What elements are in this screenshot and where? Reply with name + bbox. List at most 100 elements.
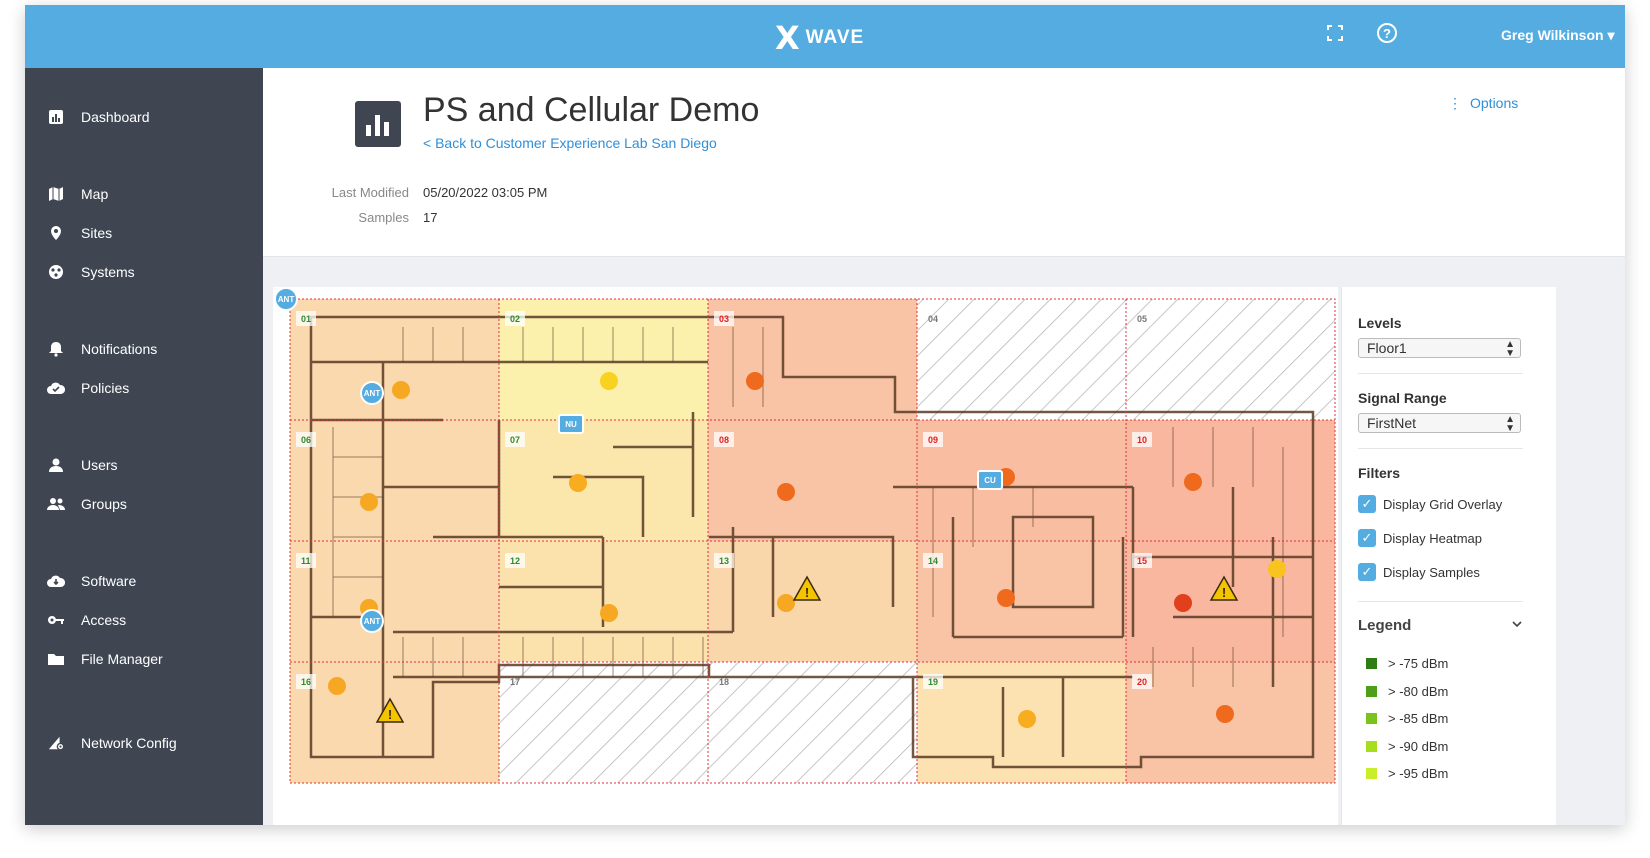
levels-label: Levels xyxy=(1358,315,1402,331)
sidebar-item-label: Sites xyxy=(81,225,113,241)
sidebar-item-label: Systems xyxy=(81,264,135,280)
bell-icon xyxy=(47,340,65,358)
sample-point[interactable] xyxy=(1216,705,1234,723)
sample-point[interactable] xyxy=(600,604,618,622)
sidebar-item-label: Users xyxy=(81,457,118,473)
options-button[interactable]: ⋮ Options xyxy=(1448,95,1518,112)
sample-point[interactable] xyxy=(569,474,587,492)
sidebar-item-users[interactable]: Users xyxy=(47,456,118,474)
sidebar-item-label: Dashboard xyxy=(81,109,150,125)
select-arrows-icon: ▲ ▼ xyxy=(1505,339,1515,359)
svg-text:!: ! xyxy=(805,585,809,600)
sidebar-item-notifications[interactable]: Notifications xyxy=(47,340,157,358)
checkbox-checked-icon[interactable]: ✓ xyxy=(1358,529,1376,547)
grid-cell-04 xyxy=(917,299,1126,420)
grid-cell-11 xyxy=(290,541,499,662)
sample-point[interactable] xyxy=(746,372,764,390)
grid-cell-17 xyxy=(499,662,708,783)
checkbox-checked-icon[interactable]: ✓ xyxy=(1358,563,1376,581)
sidebar-item-groups[interactable]: Groups xyxy=(47,495,127,513)
heatmap-canvas[interactable]: 01 02 03 04 05 06 07 08 09 10 11 12 13 1… xyxy=(273,287,1338,825)
marker-label: CU xyxy=(984,476,996,485)
legend-swatch xyxy=(1366,768,1377,779)
sidebar-item-access[interactable]: Access xyxy=(47,611,126,629)
sample-point[interactable] xyxy=(328,677,346,695)
fullscreen-icon[interactable] xyxy=(1327,25,1343,46)
samples-value: 17 xyxy=(423,210,438,225)
antenna-marker[interactable]: ANT xyxy=(360,609,384,633)
sidebar-item-dashboard[interactable]: Dashboard xyxy=(47,108,150,126)
filter-samples[interactable]: ✓ Display Samples xyxy=(1358,563,1480,581)
back-link[interactable]: < Back to Customer Experience Lab San Di… xyxy=(423,135,717,151)
legend-item-label: > -80 dBm xyxy=(1388,684,1449,699)
sample-point[interactable] xyxy=(600,372,618,390)
antenna-marker[interactable]: ANT xyxy=(360,381,384,405)
sidebar-item-label: Policies xyxy=(81,380,130,396)
legend-item-label: > -90 dBm xyxy=(1388,739,1449,754)
sample-point[interactable] xyxy=(360,493,378,511)
legend-swatch xyxy=(1366,686,1377,697)
sidebar-item-software[interactable]: Software xyxy=(47,572,136,590)
signal-range-value: FirstNet xyxy=(1367,415,1416,431)
legend-item: > -90 dBm xyxy=(1366,739,1448,754)
filters-label: Filters xyxy=(1358,465,1401,481)
main-content: PS and Cellular Demo < Back to Customer … xyxy=(263,68,1625,825)
sidebar-item-network-config[interactable]: Network Config xyxy=(47,734,177,752)
checkbox-checked-icon[interactable]: ✓ xyxy=(1358,495,1376,513)
sidebar-item-sites[interactable]: Sites xyxy=(47,224,112,242)
sidebar-item-label: Notifications xyxy=(81,341,158,357)
sidebar-item-label: Software xyxy=(81,573,137,589)
filter-heatmap[interactable]: ✓ Display Heatmap xyxy=(1358,529,1482,547)
sidebar-item-label: Access xyxy=(81,612,127,628)
sidebar-item-systems[interactable]: Systems xyxy=(47,263,135,281)
sample-point[interactable] xyxy=(997,589,1015,607)
sample-point[interactable] xyxy=(1268,560,1286,578)
location-pin-icon xyxy=(47,224,65,242)
samples-label: Samples xyxy=(358,210,409,225)
brand-mark-icon: X xyxy=(775,19,800,57)
sample-point[interactable] xyxy=(777,594,795,612)
control-unit-marker[interactable]: CU xyxy=(977,470,1003,490)
legend-toggle[interactable]: Legend xyxy=(1358,617,1523,635)
grid-label-12: 12 xyxy=(510,556,520,566)
grid-cell-06 xyxy=(290,420,499,541)
node-unit-marker[interactable]: NU xyxy=(558,414,584,434)
cloud-download-icon xyxy=(47,572,65,590)
user-menu[interactable]: Greg Wilkinson ▾ xyxy=(1501,27,1614,44)
sample-point[interactable] xyxy=(392,381,410,399)
antenna-marker[interactable]: ANT xyxy=(274,287,298,311)
filter-grid-overlay[interactable]: ✓ Display Grid Overlay xyxy=(1358,495,1502,513)
sample-point[interactable] xyxy=(1184,473,1202,491)
filter-label: Display Grid Overlay xyxy=(1383,496,1503,512)
help-icon[interactable]: ? xyxy=(1376,22,1398,49)
map-settings-panel: Levels Floor1 ▲ ▼ Signal Range FirstNet ▲… xyxy=(1341,287,1556,825)
floor-plan-map[interactable]: 01 02 03 04 05 06 07 08 09 10 11 12 13 1… xyxy=(273,287,1338,825)
sidebar-item-file-manager[interactable]: File Manager xyxy=(47,650,163,668)
sample-point[interactable] xyxy=(1174,594,1192,612)
sidebar-item-label: Map xyxy=(81,186,109,202)
user-icon xyxy=(47,456,65,474)
brand-logo[interactable]: X WAVE xyxy=(775,19,864,57)
sidebar-item-map[interactable]: Map xyxy=(47,185,108,203)
brand-name: WAVE xyxy=(805,27,865,48)
chevron-down-icon xyxy=(1511,617,1523,635)
grid-cell-18 xyxy=(708,662,917,783)
options-label: Options xyxy=(1470,95,1519,111)
divider xyxy=(1358,373,1523,374)
sidebar: Dashboard Map Sites Systems Notification… xyxy=(25,68,263,825)
grid-label-05: 05 xyxy=(1137,314,1147,324)
sidebar-item-policies[interactable]: Policies xyxy=(47,379,129,397)
grid-label-17: 17 xyxy=(510,677,520,687)
signal-range-select[interactable]: FirstNet ▲ ▼ xyxy=(1358,413,1521,434)
legend-item: > -85 dBm xyxy=(1366,711,1448,726)
report-chart-icon xyxy=(355,101,401,147)
grid-label-07: 07 xyxy=(510,435,520,445)
grid-cell-09 xyxy=(917,420,1126,541)
legend-item-label: > -85 dBm xyxy=(1388,711,1449,726)
levels-select[interactable]: Floor1 ▲ ▼ xyxy=(1358,338,1521,359)
legend-item-label: > -75 dBm xyxy=(1388,656,1449,671)
grid-cell-08 xyxy=(708,420,917,541)
filter-label: Display Heatmap xyxy=(1383,530,1482,546)
sample-point[interactable] xyxy=(777,483,795,501)
sample-point[interactable] xyxy=(1018,710,1036,728)
